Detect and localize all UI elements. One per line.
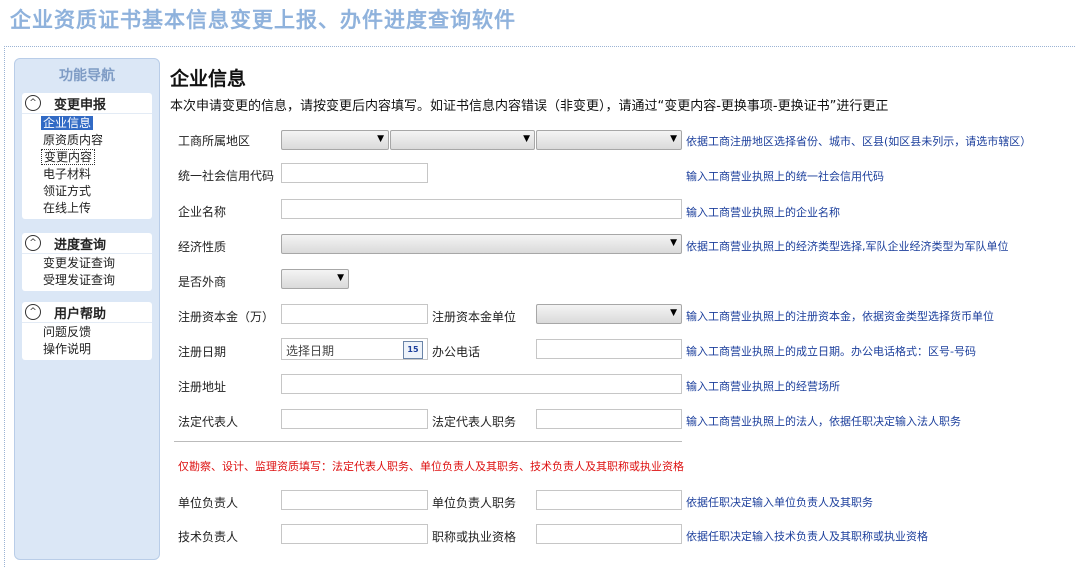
address-input[interactable] [281,374,682,394]
unit-head-hint: 依据任职决定输入单位负责人及其职务 [686,496,873,509]
tech-title-input[interactable] [536,524,682,544]
legal-rep-title-label: 法定代表人职务 [432,415,517,429]
capital-unit-label: 注册资本金单位 [432,310,517,324]
legal-rep-title-input[interactable] [536,409,682,429]
company-name-label: 企业名称 [178,205,227,219]
group-label: 用户帮助 [54,307,107,322]
group-header-progress[interactable]: ^ 进度查询 [22,233,152,254]
sidebar-item-company-info[interactable]: 企业信息 [22,115,152,132]
section-divider [174,441,682,442]
dropdown-arrow-icon: ▼ [523,134,530,144]
unit-head-input[interactable] [281,490,428,510]
sidebar-item-feedback[interactable]: 问题反馈 [22,324,152,341]
nav-group-change-report: ^ 变更申报 企业信息 原资质内容 变更内容 电子材料 领证方式 在线上传 [22,93,152,219]
sidebar-item-change-content[interactable]: 变更内容 [22,149,152,166]
reg-date-picker[interactable]: 选择日期 15 [281,338,428,360]
sidebar-item-manual[interactable]: 操作说明 [22,341,152,358]
sidebar-item-online-upload[interactable]: 在线上传 [22,200,152,217]
foreign-label: 是否外商 [178,275,227,289]
page-description: 本次申请变更的信息，请按变更后内容填写。如证书信息内容错误（非变更），请通过“变… [170,99,889,114]
chevron-up-icon[interactable]: ^ [25,95,41,111]
credit-code-label: 统一社会信用代码 [178,169,275,183]
nav-group-help: ^ 用户帮助 问题反馈 操作说明 [22,302,152,360]
reg-date-label: 注册日期 [178,345,227,359]
phone-label: 办公电话 [432,345,481,359]
region-hint: 依据工商注册地区选择省份、城市、区县(如区县未列示，请选市辖区） [686,135,1032,148]
unit-head-label: 单位负责人 [178,496,239,510]
company-name-input[interactable] [281,199,682,219]
company-name-hint: 输入工商营业执照上的企业名称 [686,206,840,219]
phone-input[interactable] [536,339,682,359]
region-label: 工商所属地区 [178,134,251,148]
economic-type-label: 经济性质 [178,240,227,254]
dropdown-arrow-icon: ▼ [670,308,677,318]
reg-date-hint: 输入工商营业执照上的成立日期。办公电话格式：区号-号码 [686,345,976,358]
tech-head-label: 技术负责人 [178,530,239,544]
app-title: 企业资质证书基本信息变更上报、办件进度查询软件 [10,8,516,32]
dropdown-arrow-icon: ▼ [337,273,344,283]
economic-type-select[interactable]: ▼ [281,234,682,254]
sidebar-title: 功能导航 [59,68,115,84]
group-label: 进度查询 [54,238,107,253]
sidebar-item-electronic-materials[interactable]: 电子材料 [22,166,152,183]
tech-head-input[interactable] [281,524,428,544]
address-label: 注册地址 [178,380,227,394]
province-select[interactable]: ▼ [281,130,389,150]
chevron-up-icon[interactable]: ^ [25,304,41,320]
unit-head-title-input[interactable] [536,490,682,510]
group-label: 变更申报 [54,98,107,113]
credit-code-hint: 输入工商营业执照上的统一社会信用代码 [686,170,884,183]
economic-type-hint: 依据工商营业执照上的经济类型选择,军队企业经济类型为军队单位 [686,240,1009,253]
nav-group-progress: ^ 进度查询 变更发证查询 受理发证查询 [22,233,152,291]
legal-rep-hint: 输入工商营业执照上的法人，依据任职决定输入法人职务 [686,415,961,428]
capital-label: 注册资本金（万） [178,310,275,324]
tech-title-label: 职称或执业资格 [432,530,517,544]
foreign-select[interactable]: ▼ [281,269,349,289]
group-header-change-report[interactable]: ^ 变更申报 [22,93,152,114]
dropdown-arrow-icon: ▼ [377,134,384,144]
design-only-notice: 仅勘察、设计、监理资质填写：法定代表人职务、单位负责人及其职务、技术负责人及其职… [178,460,684,473]
credit-code-input[interactable] [281,163,428,183]
page-title: 企业信息 [170,68,247,90]
unit-head-title-label: 单位负责人职务 [432,496,517,510]
sidebar-item-accept-cert-query[interactable]: 受理发证查询 [22,272,152,289]
district-select[interactable]: ▼ [536,130,682,150]
sidebar-item-certificate-pickup[interactable]: 领证方式 [22,183,152,200]
group-header-help[interactable]: ^ 用户帮助 [22,302,152,323]
calendar-icon[interactable]: 15 [403,341,423,359]
legal-rep-label: 法定代表人 [178,415,239,429]
reg-date-placeholder: 选择日期 [286,344,335,358]
sidebar-item-original-qualification[interactable]: 原资质内容 [22,132,152,149]
sidebar-item-change-cert-query[interactable]: 变更发证查询 [22,255,152,272]
legal-rep-input[interactable] [281,409,428,429]
capital-hint: 输入工商营业执照上的注册资本金，依据资金类型选择货币单位 [686,310,994,323]
chevron-up-icon[interactable]: ^ [25,235,41,251]
address-hint: 输入工商营业执照上的经营场所 [686,380,840,393]
tech-head-hint: 依据任职决定输入技术负责人及其职称或执业资格 [686,530,928,543]
dropdown-arrow-icon: ▼ [670,134,677,144]
capital-input[interactable] [281,304,428,324]
dropdown-arrow-icon: ▼ [670,238,677,248]
capital-unit-select[interactable]: ▼ [536,304,682,324]
city-select[interactable]: ▼ [390,130,535,150]
sidebar-nav: 功能导航 ^ 变更申报 企业信息 原资质内容 变更内容 电子材料 领证方式 在线… [14,58,160,560]
